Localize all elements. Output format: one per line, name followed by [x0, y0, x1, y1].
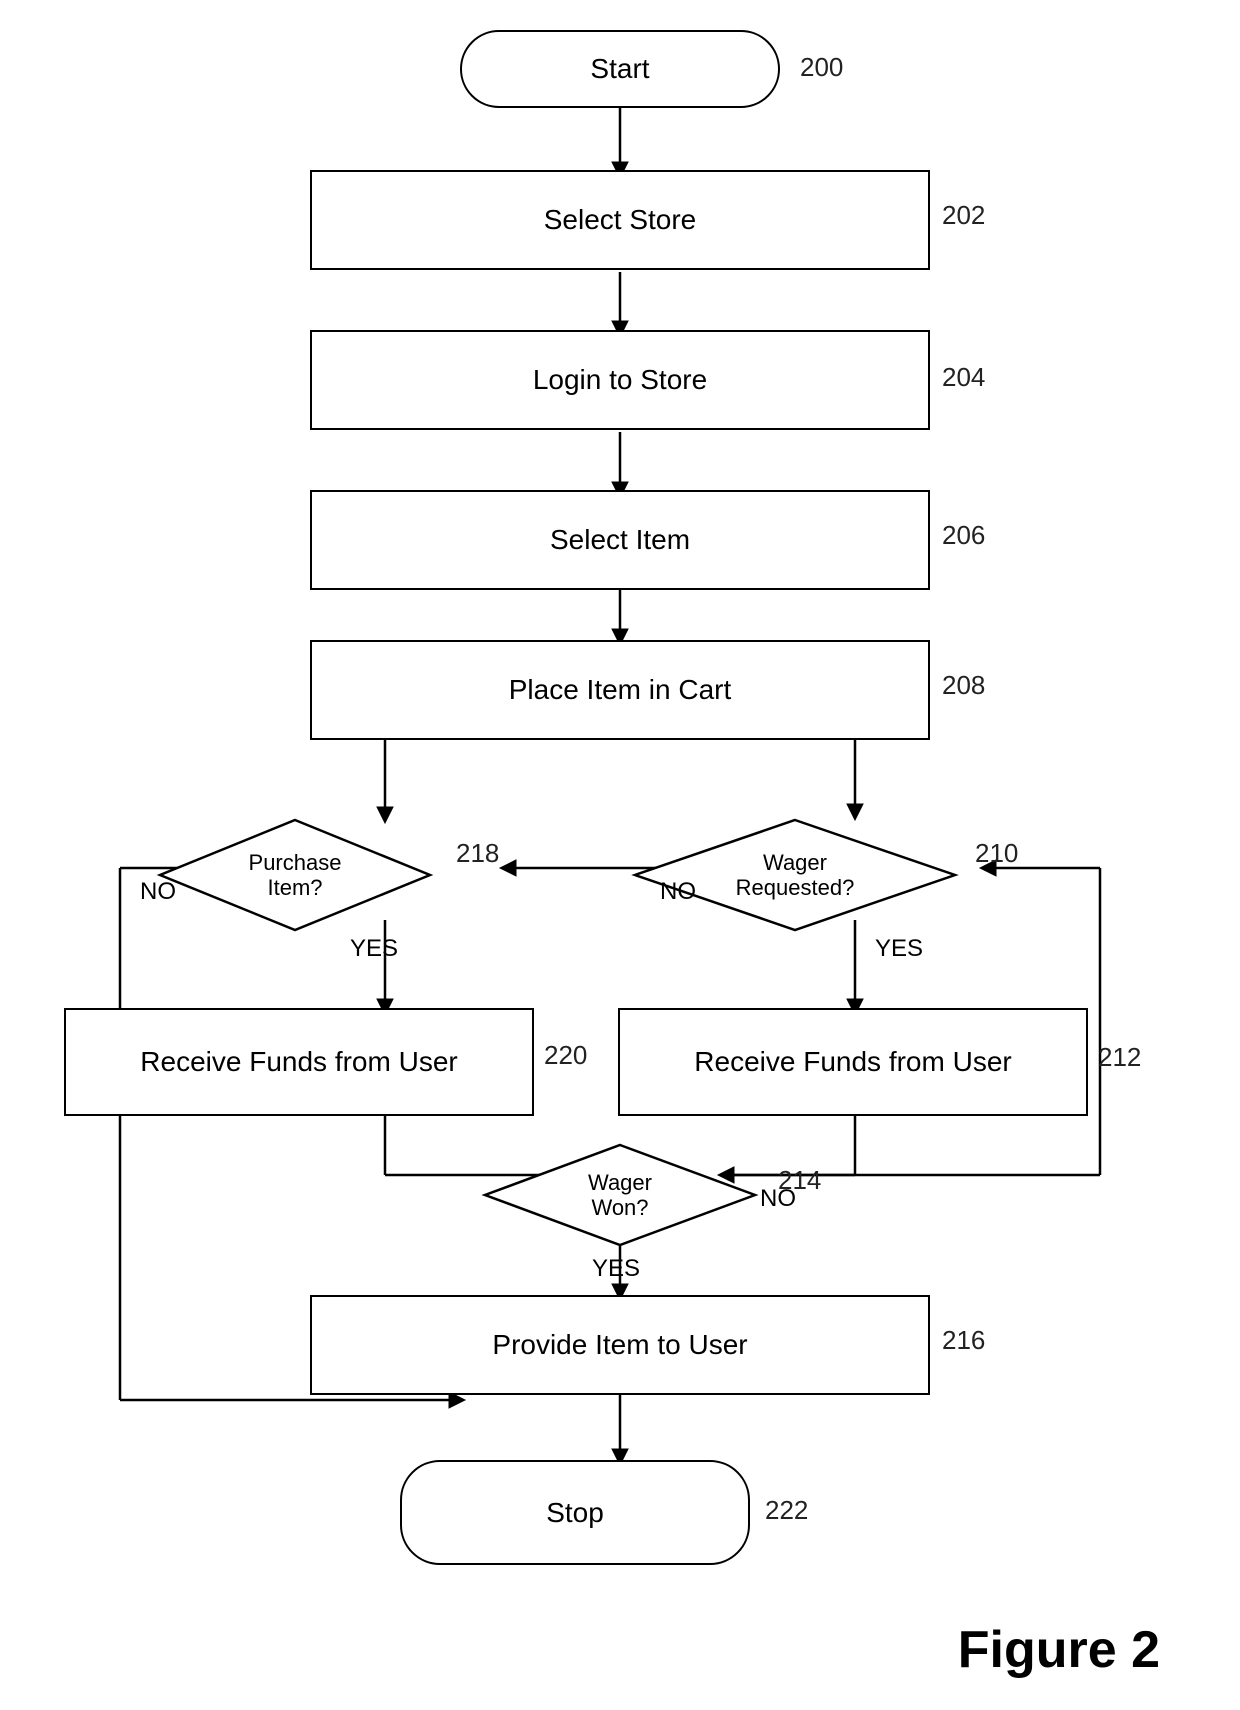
place-cart-node: Place Item in Cart — [310, 640, 930, 740]
place-cart-ref: 208 — [942, 670, 985, 701]
stop-ref: 222 — [765, 1495, 808, 1526]
place-cart-label: Place Item in Cart — [509, 674, 732, 706]
receive-funds-wager-node: Receive Funds from User — [618, 1008, 1088, 1116]
stop-label: Stop — [546, 1497, 604, 1529]
stop-node: Stop — [400, 1460, 750, 1565]
receive-funds-wager-label: Receive Funds from User — [694, 1046, 1011, 1078]
wager-won-no-label: NO — [760, 1185, 796, 1213]
wager-no-label: NO — [660, 878, 696, 906]
login-store-ref: 204 — [942, 362, 985, 393]
provide-item-label: Provide Item to User — [492, 1329, 747, 1361]
purchase-no-label: NO — [140, 878, 176, 906]
login-store-node: Login to Store — [310, 330, 930, 430]
receive-funds-wager-ref: 212 — [1098, 1042, 1141, 1073]
provide-item-node: Provide Item to User — [310, 1295, 930, 1395]
start-ref: 200 — [800, 52, 843, 83]
wager-requested-diamond: Wager Requested? — [630, 815, 960, 935]
select-item-ref: 206 — [942, 520, 985, 551]
select-store-label: Select Store — [544, 204, 697, 236]
svg-text:Wager: Wager — [588, 1170, 652, 1195]
receive-funds-purchase-node: Receive Funds from User — [64, 1008, 534, 1116]
start-node: Start — [460, 30, 780, 108]
svg-text:Won?: Won? — [591, 1195, 648, 1220]
figure-label: Figure 2 — [958, 1620, 1160, 1680]
purchase-yes-label: YES — [350, 935, 398, 963]
select-item-node: Select Item — [310, 490, 930, 590]
svg-text:Purchase: Purchase — [249, 850, 342, 875]
wager-won-yes-label: YES — [592, 1255, 640, 1283]
purchase-item-ref: 218 — [456, 838, 499, 869]
svg-text:Item?: Item? — [267, 875, 322, 900]
wager-won-diamond: Wager Won? — [480, 1140, 760, 1250]
svg-text:Requested?: Requested? — [736, 875, 855, 900]
select-item-label: Select Item — [550, 524, 690, 556]
receive-funds-purchase-ref: 220 — [544, 1040, 587, 1071]
start-label: Start — [590, 53, 649, 85]
select-store-ref: 202 — [942, 200, 985, 231]
wager-yes-label: YES — [875, 935, 923, 963]
purchase-item-diamond: Purchase Item? — [155, 815, 435, 935]
provide-item-ref: 216 — [942, 1325, 985, 1356]
login-store-label: Login to Store — [533, 364, 707, 396]
svg-text:Wager: Wager — [763, 850, 827, 875]
select-store-node: Select Store — [310, 170, 930, 270]
wager-requested-ref: 210 — [975, 838, 1018, 869]
receive-funds-purchase-label: Receive Funds from User — [140, 1046, 457, 1078]
